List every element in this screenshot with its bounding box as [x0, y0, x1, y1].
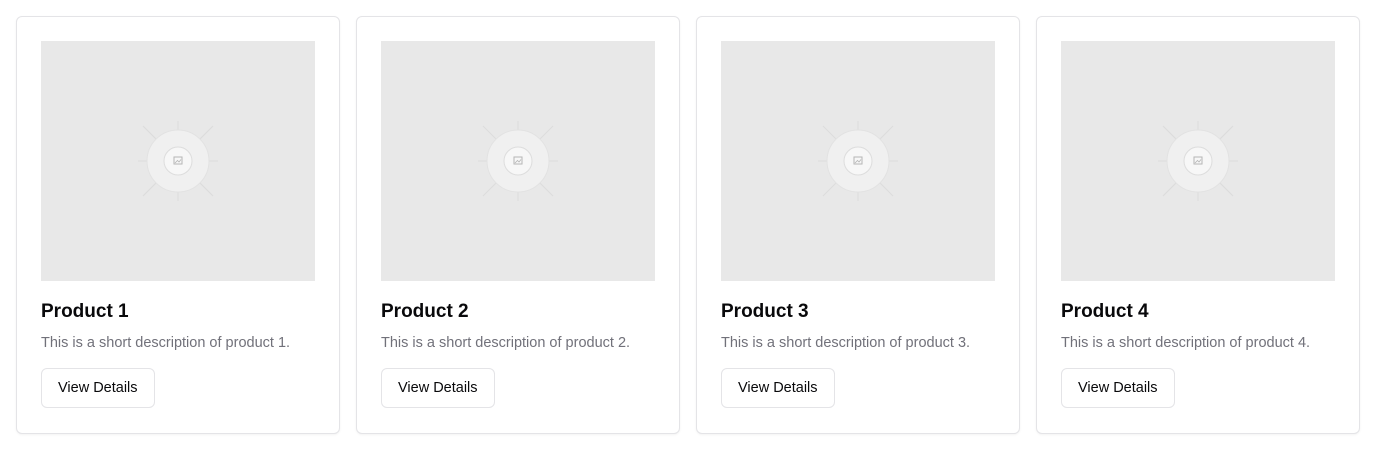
product-title: Product 4 — [1061, 301, 1149, 322]
product-image-placeholder — [721, 41, 995, 281]
product-title: Product 2 — [381, 301, 469, 322]
product-image-placeholder — [1061, 41, 1335, 281]
product-image-placeholder — [41, 41, 315, 281]
product-card: Product 4 This is a short description of… — [1036, 16, 1360, 434]
view-details-button[interactable]: View Details — [1061, 368, 1175, 408]
product-description: This is a short description of product 2… — [381, 335, 631, 351]
product-description: This is a short description of product 3… — [721, 335, 971, 351]
image-placeholder-icon — [478, 121, 558, 201]
product-grid: Product 1 This is a short description of… — [16, 16, 1360, 434]
image-placeholder-icon — [818, 121, 898, 201]
product-card: Product 1 This is a short description of… — [16, 16, 340, 434]
product-title: Product 1 — [41, 301, 129, 322]
view-details-button[interactable]: View Details — [721, 368, 835, 408]
product-title: Product 3 — [721, 301, 809, 322]
product-card: Product 2 This is a short description of… — [356, 16, 680, 434]
image-placeholder-icon — [1158, 121, 1238, 201]
product-image-placeholder — [381, 41, 655, 281]
product-description: This is a short description of product 4… — [1061, 335, 1311, 351]
view-details-button[interactable]: View Details — [381, 368, 495, 408]
product-card: Product 3 This is a short description of… — [696, 16, 1020, 434]
image-placeholder-icon — [138, 121, 218, 201]
product-description: This is a short description of product 1… — [41, 335, 291, 351]
view-details-button[interactable]: View Details — [41, 368, 155, 408]
